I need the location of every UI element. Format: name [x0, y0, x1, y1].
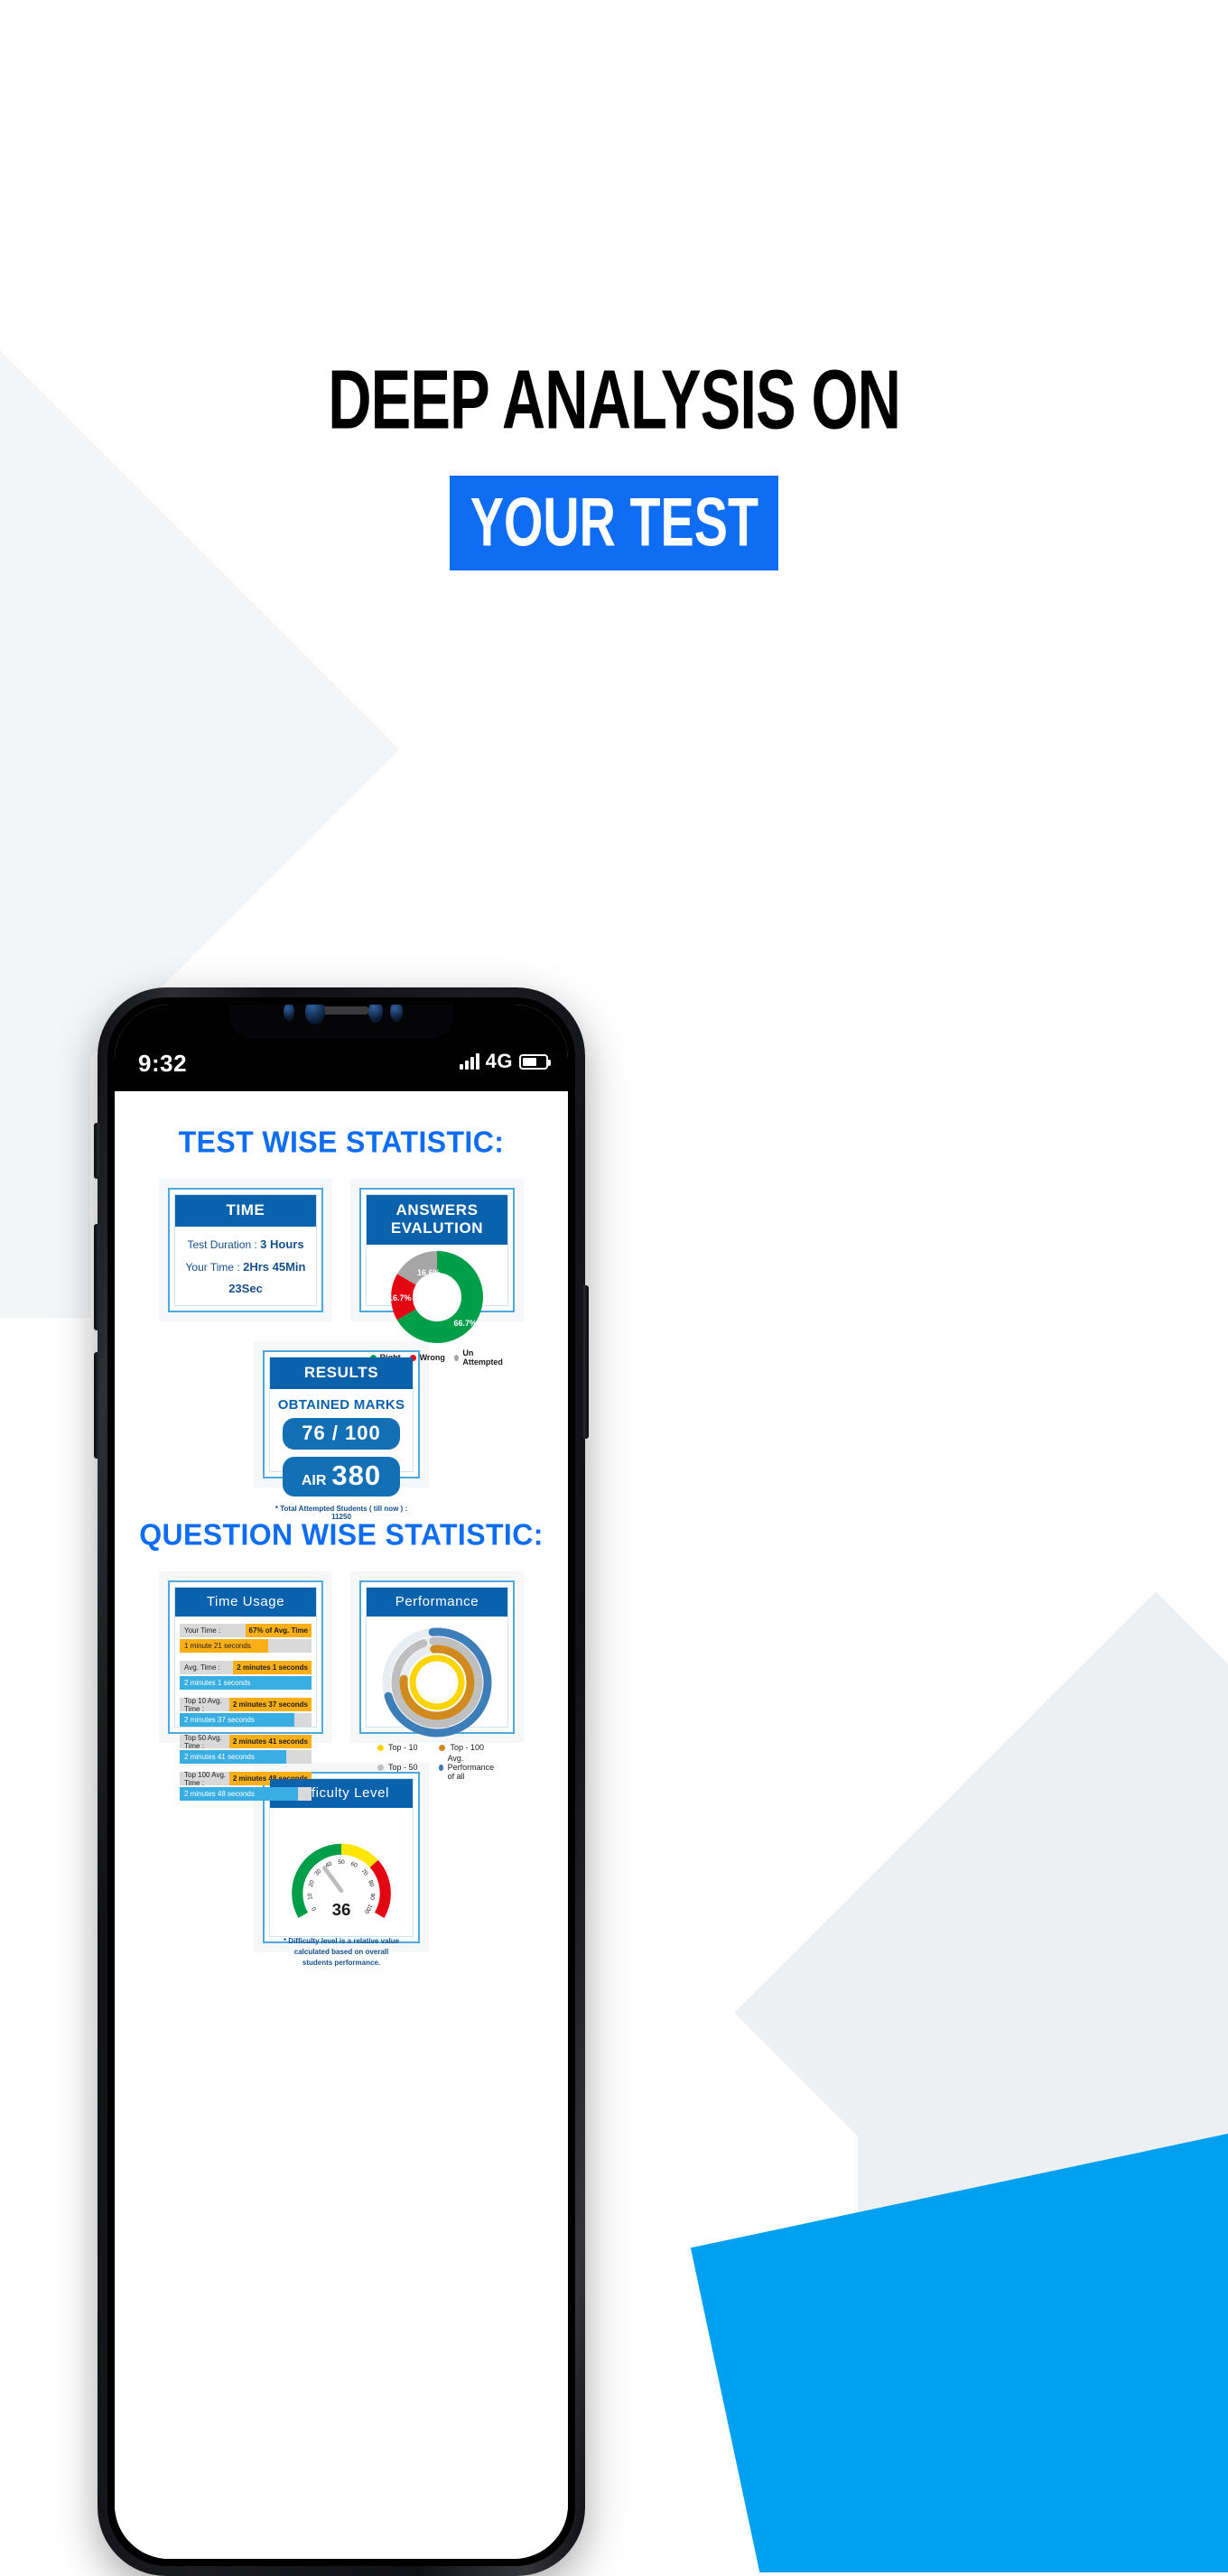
- phone-silent-switch[interactable]: [94, 1123, 99, 1179]
- svg-text:36: 36: [332, 1900, 351, 1919]
- performance-legend: Top - 10 Top - 100 Top - 50 Avg. Perform…: [370, 1739, 504, 1781]
- time-usage-bar-group: Top 50 Avg. Time :2 minutes 41 seconds 2 …: [180, 1733, 312, 1764]
- svg-text:20: 20: [308, 1879, 316, 1887]
- answers-evaluation-card: ANSWERS EVALUTION 66.7% 16.7% 16.6% Wron…: [350, 1179, 524, 1367]
- legend-item-unattempted: Un Attempted: [453, 1348, 505, 1367]
- headline-badge: YOUR TEST: [450, 476, 778, 570]
- time-usage-bar-fill: 2 minutes 1 seconds: [180, 1676, 312, 1690]
- legend-label-top50: Top - 50: [388, 1763, 418, 1772]
- your-time-row: Your Time : 2Hrs 45Min 23Sec: [181, 1256, 311, 1301]
- phone-volume-up-button[interactable]: [94, 1224, 99, 1330]
- network-type-label: 4G: [485, 1050, 513, 1072]
- air-pill: AIR 380: [283, 1457, 400, 1496]
- headline-badge-label: YOUR TEST: [470, 485, 758, 561]
- ambient-light-sensor-icon: [390, 1005, 403, 1022]
- time-card-values: Test Duration : 3 Hours Your Time : 2Hrs…: [181, 1234, 311, 1301]
- time-usage-bar-fill: 1 minute 21 seconds: [180, 1639, 268, 1653]
- legend-label-wrong: Wrong: [419, 1353, 445, 1362]
- sensor-icon: [284, 1005, 294, 1021]
- donut-label-wrong: 16.7%: [388, 1293, 412, 1302]
- svg-text:10: 10: [307, 1893, 314, 1900]
- signal-bars-icon: [459, 1053, 479, 1070]
- poster-headline: DEEP ANALYSIS ON YOUR TEST: [0, 354, 1228, 570]
- svg-text:30: 30: [313, 1867, 322, 1876]
- your-time-value: 2Hrs 45Min 23Sec: [228, 1259, 306, 1296]
- phone-volume-down-button[interactable]: [94, 1352, 99, 1459]
- phone-screen: 9:32 4G TEST WISE STATISTIC: TIME Test D…: [115, 1005, 568, 2559]
- air-value: 380: [331, 1459, 382, 1491]
- legend-item-avg-all: Avg. Performance of all: [439, 1754, 497, 1781]
- legend-label-top100: Top - 100: [450, 1743, 485, 1752]
- performance-title: Performance: [367, 1588, 507, 1617]
- time-usage-row-label: Top 50 Avg. Time :: [184, 1733, 222, 1750]
- phone-notch: [229, 1005, 453, 1039]
- test-duration-row: Test Duration : 3 Hours: [181, 1234, 311, 1256]
- status-bar: 9:32 4G: [115, 1005, 568, 1091]
- legend-item-top100: Top - 100: [439, 1743, 497, 1752]
- time-usage-bar-group: Top 10 Avg. Time :2 minutes 37 seconds 2 …: [180, 1696, 312, 1727]
- svg-text:80: 80: [367, 1879, 375, 1887]
- section-title-test-wise: TEST WISE STATISTIC:: [178, 1125, 505, 1159]
- obtained-marks-value: 76 / 100: [283, 1418, 400, 1450]
- time-usage-row-label: Top 100 Avg. Time :: [184, 1770, 227, 1787]
- results-card: RESULTS OBTAINED MARKS 76 / 100 AIR 380 …: [254, 1341, 429, 1521]
- time-card: TIME Test Duration : 3 Hours Your Time :: [159, 1179, 332, 1321]
- time-usage-bar-group: Your Time : 67% of Avg. Time 1 minute 21 s…: [180, 1624, 312, 1653]
- front-camera-icon: [305, 1005, 325, 1024]
- legend-item-wrong: Wrong: [409, 1348, 445, 1367]
- legend-label-unattempted: Un Attempted: [462, 1348, 503, 1367]
- app-content: TEST WISE STATISTIC: TIME Test Duration …: [115, 1091, 568, 2559]
- proximity-sensor-icon: [368, 1005, 383, 1023]
- performance-card: Performance Top - 10 Top - 100 Top - 50 …: [350, 1571, 524, 1781]
- legend-item-top10: Top - 10: [377, 1743, 433, 1752]
- svg-text:90: 90: [368, 1893, 376, 1900]
- test-duration-label: Test Duration :: [187, 1238, 257, 1251]
- difficulty-gauge-chart: 010203040 50 60708090100 36: [292, 1843, 391, 1919]
- time-usage-row-label: Top 10 Avg. Time :: [184, 1696, 222, 1713]
- phone-power-button[interactable]: [583, 1285, 589, 1439]
- question-wise-row: Time Usage Your Time : 67% of Avg. Time 1 …: [131, 1571, 552, 1801]
- answers-donut-chart: 66.7% 16.7% 16.6%: [388, 1250, 484, 1344]
- legend-label-avg-all: Avg. Performance of all: [447, 1754, 495, 1781]
- time-usage-bar-fill: 2 minutes 48 seconds: [180, 1787, 299, 1801]
- svg-text:0: 0: [311, 1905, 318, 1912]
- test-duration-value: 3 Hours: [260, 1237, 304, 1251]
- phone-mockup: 9:32 4G TEST WISE STATISTIC: TIME Test D…: [94, 987, 589, 2576]
- time-usage-row-badge: 67% of Avg. Time: [245, 1624, 312, 1637]
- performance-radial-chart: [382, 1627, 492, 1737]
- time-usage-title: Time Usage: [175, 1588, 316, 1617]
- test-wise-row: TIME Test Duration : 3 Hours Your Time :: [131, 1179, 552, 1367]
- svg-text:60: 60: [349, 1861, 358, 1870]
- battery-icon: [519, 1053, 551, 1070]
- time-usage-row-badge: 2 minutes 37 seconds: [228, 1698, 312, 1711]
- obtained-marks-label: OBTAINED MARKS: [277, 1397, 405, 1413]
- time-usage-row-badge: 2 minutes 41 seconds: [228, 1735, 312, 1748]
- results-card-title: RESULTS: [270, 1357, 413, 1389]
- legend-item-top50: Top - 50: [377, 1754, 433, 1781]
- time-usage-bar-fill: 2 minutes 41 seconds: [180, 1750, 287, 1764]
- answers-card-title: ANSWERS EVALUTION: [367, 1195, 507, 1245]
- time-card-title: TIME: [175, 1195, 316, 1227]
- time-usage-row-label: Avg. Time :: [184, 1663, 220, 1672]
- time-usage-bar-group: Avg. Time : 2 minutes 1 seconds 2 minutes …: [180, 1661, 312, 1690]
- svg-text:100: 100: [363, 1903, 374, 1914]
- svg-text:50: 50: [338, 1859, 345, 1866]
- time-usage-bar-fill: 2 minutes 37 seconds: [180, 1713, 295, 1727]
- your-time-label: Your Time :: [185, 1260, 240, 1274]
- status-bar-indicators: 4G: [459, 1050, 551, 1073]
- difficulty-note: * Difficulty level is a relative value c…: [283, 1937, 400, 1967]
- legend-label-top10: Top - 10: [388, 1743, 418, 1752]
- donut-label-unattempted: 16.6%: [417, 1268, 441, 1277]
- headline-primary: DEEP ANALYSIS ON: [328, 353, 901, 448]
- section-title-question-wise: QUESTION WISE STATISTIC:: [139, 1517, 544, 1552]
- time-usage-row-badge: 2 minutes 1 seconds: [233, 1661, 312, 1674]
- air-label: AIR: [301, 1473, 327, 1488]
- svg-text:70: 70: [359, 1868, 368, 1877]
- status-bar-time: 9:32: [138, 1050, 188, 1077]
- time-usage-card: Time Usage Your Time : 67% of Avg. Time 1 …: [159, 1571, 332, 1801]
- donut-label-right: 66.7%: [453, 1319, 477, 1328]
- time-usage-row-label: Your Time :: [184, 1626, 221, 1635]
